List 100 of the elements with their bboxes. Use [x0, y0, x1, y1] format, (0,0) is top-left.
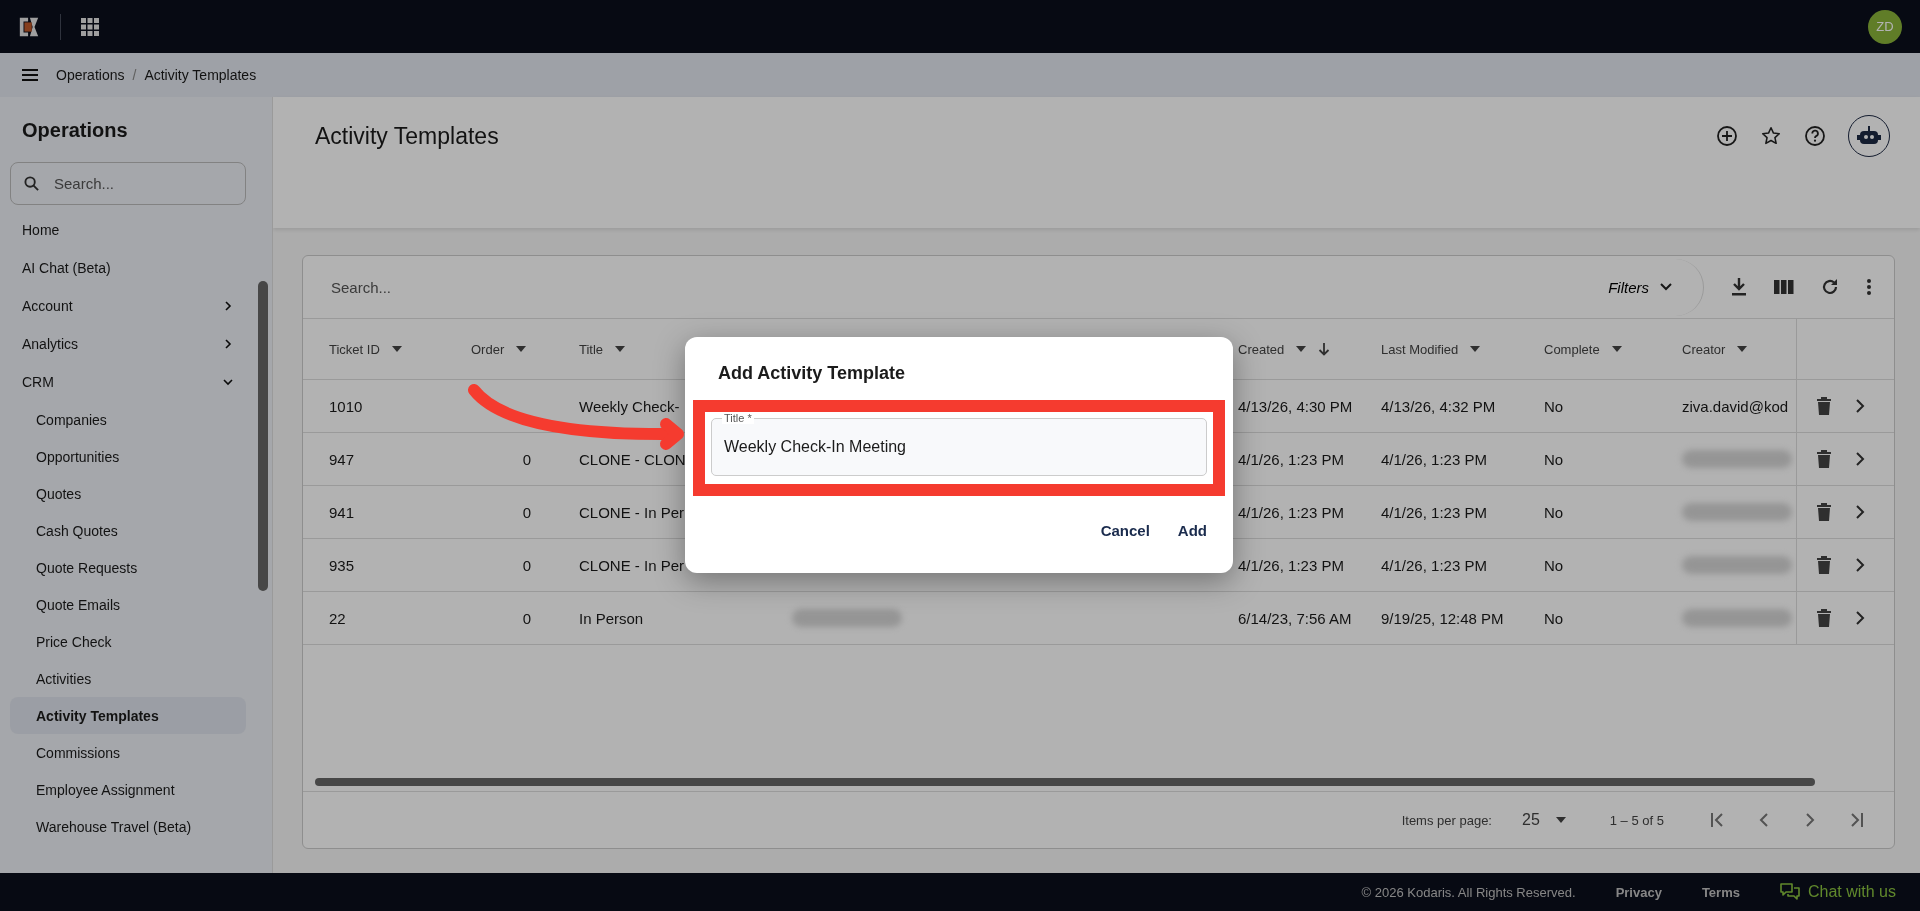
sidebar-search-field[interactable]: Search... — [10, 162, 246, 205]
first-page-icon[interactable] — [1710, 812, 1726, 828]
trash-icon[interactable] — [1817, 609, 1831, 627]
trash-icon[interactable] — [1817, 450, 1831, 468]
footer-link[interactable]: Terms — [1701, 884, 1740, 900]
help-icon[interactable] — [1804, 125, 1826, 147]
sidebar-item[interactable]: CRM — [10, 363, 246, 401]
column-header[interactable]: Order — [463, 319, 561, 379]
table-cell: 4/1/26, 1:23 PM — [1238, 503, 1344, 521]
table-cell: 9/19/25, 12:48 PM — [1381, 609, 1504, 627]
table-cell: 4/1/26, 1:23 PM — [1381, 450, 1487, 468]
sidebar-item[interactable]: Cash Quotes — [10, 512, 246, 549]
column-header[interactable]: Ticket ID — [303, 319, 463, 379]
sidebar-item[interactable]: Opportunities — [10, 438, 246, 475]
table-cell: No — [1544, 556, 1564, 574]
table-cell: No — [1544, 609, 1564, 627]
star-icon[interactable] — [1760, 125, 1782, 147]
breadcrumb-item[interactable]: Operations — [56, 67, 125, 83]
logo-icon[interactable] — [18, 15, 40, 38]
column-header[interactable]: Creator — [1669, 319, 1796, 379]
caret-down-icon[interactable] — [516, 346, 527, 352]
sidebar-item[interactable]: Quotes — [10, 475, 246, 512]
caret-down-icon — [1555, 817, 1566, 823]
sidebar-item[interactable]: Commissions — [10, 734, 246, 771]
table-cell: 6/14/23, 7:56 AM — [1238, 609, 1352, 627]
table-cell: No — [1544, 503, 1564, 521]
download-icon[interactable] — [1730, 277, 1748, 297]
items-per-page-label: Items per page: — [1401, 812, 1492, 828]
refresh-icon[interactable] — [1820, 277, 1840, 297]
breadcrumb-separator: / — [132, 67, 137, 83]
sidebar-item[interactable]: Quote Emails — [10, 586, 246, 623]
sidebar-title: Operations — [21, 118, 129, 143]
trash-icon[interactable] — [1817, 556, 1831, 574]
sidebar-item[interactable]: Employee Assignment — [10, 771, 246, 808]
table-cell: No — [1544, 450, 1564, 468]
menu-icon[interactable] — [22, 69, 38, 81]
table-cell: CLONE - CLON — [579, 450, 686, 468]
search-icon — [24, 176, 39, 191]
caret-down-icon[interactable] — [1611, 346, 1622, 352]
chevron-right-icon[interactable] — [1855, 558, 1865, 572]
sidebar-item[interactable]: Quote Requests — [10, 549, 246, 586]
table-cell: 0 — [522, 609, 531, 627]
caret-down-icon[interactable] — [1470, 346, 1481, 352]
arrow-down-icon[interactable] — [1318, 342, 1331, 356]
robot-icon — [1857, 125, 1881, 147]
table-cell: 0 — [522, 503, 531, 521]
table-cell: No — [1544, 397, 1564, 415]
caret-down-icon[interactable] — [1296, 346, 1307, 352]
sidebar-item[interactable]: Activities — [10, 660, 246, 697]
sidebar-item[interactable]: Warehouse Travel (Beta) — [10, 808, 246, 845]
columns-icon[interactable] — [1774, 279, 1794, 295]
table-cell: In Person — [579, 609, 644, 627]
column-header[interactable]: Last Modified — [1369, 319, 1531, 379]
add-icon[interactable] — [1716, 125, 1738, 147]
page-range: 1 – 5 of 5 — [1609, 812, 1664, 828]
chevron-right-icon[interactable] — [1855, 611, 1865, 625]
sidebar-item[interactable]: Home — [10, 211, 246, 249]
trash-icon[interactable] — [1817, 503, 1831, 521]
sidebar-item[interactable]: Activity Templates — [10, 697, 246, 734]
sidebar-item[interactable]: Analytics — [10, 325, 246, 363]
table-cell: 0 — [522, 556, 531, 574]
breadcrumb-item: Activity Templates — [144, 67, 257, 83]
chevron-right-icon[interactable] — [1855, 452, 1865, 466]
caret-down-icon[interactable] — [1737, 346, 1748, 352]
chat-link[interactable]: Chat with us — [1779, 883, 1896, 901]
table-cell: 1010 — [329, 397, 363, 415]
caret-down-icon[interactable] — [615, 346, 626, 352]
chevron-right-icon[interactable] — [1855, 399, 1865, 413]
filters-button[interactable]: Filters — [1608, 258, 1704, 316]
table-cell: ziva.david@kod — [1682, 397, 1789, 415]
apps-grid-icon[interactable] — [81, 17, 99, 36]
last-page-icon[interactable] — [1848, 812, 1864, 828]
page-size-select[interactable]: 25 — [1522, 811, 1566, 829]
footer-link[interactable]: Privacy — [1615, 884, 1662, 900]
more-icon[interactable] — [1866, 278, 1872, 296]
table-cell: 941 — [329, 503, 355, 521]
table-cell: CLONE - In Per — [579, 503, 685, 521]
table-cell: Weekly Check- — [579, 397, 680, 415]
table-cell: CLONE - In Per — [579, 556, 685, 574]
dialog-title: Add Activity Template — [717, 363, 907, 384]
copyright-text: © 2026 Kodaris. All Rights Reserved. — [1361, 884, 1576, 900]
column-header[interactable]: Complete — [1531, 319, 1669, 379]
chevron-down-icon — [1659, 282, 1673, 292]
dialog-button[interactable]: Add — [1173, 518, 1211, 543]
sidebar-item[interactable]: AI Chat (Beta) — [10, 249, 246, 287]
table-search-field[interactable]: Search... — [329, 277, 1583, 297]
sidebar-item[interactable]: Price Check — [10, 623, 246, 660]
sidebar-item[interactable]: Account — [10, 287, 246, 325]
table-cell: 947 — [329, 450, 355, 468]
sidebar-item[interactable]: Companies — [10, 401, 246, 438]
chevron-right-icon[interactable] — [1855, 505, 1865, 519]
table-cell: 22 — [329, 609, 346, 627]
column-header[interactable]: Created — [1223, 319, 1369, 379]
dialog-button[interactable]: Cancel — [1096, 518, 1154, 543]
trash-icon[interactable] — [1817, 397, 1831, 415]
table-cell: 935 — [329, 556, 355, 574]
page-title: Activity Templates — [315, 123, 499, 150]
table-cell: 4/1/26, 1:23 PM — [1238, 450, 1344, 468]
caret-down-icon[interactable] — [391, 346, 402, 352]
chat-icon — [1779, 883, 1800, 901]
